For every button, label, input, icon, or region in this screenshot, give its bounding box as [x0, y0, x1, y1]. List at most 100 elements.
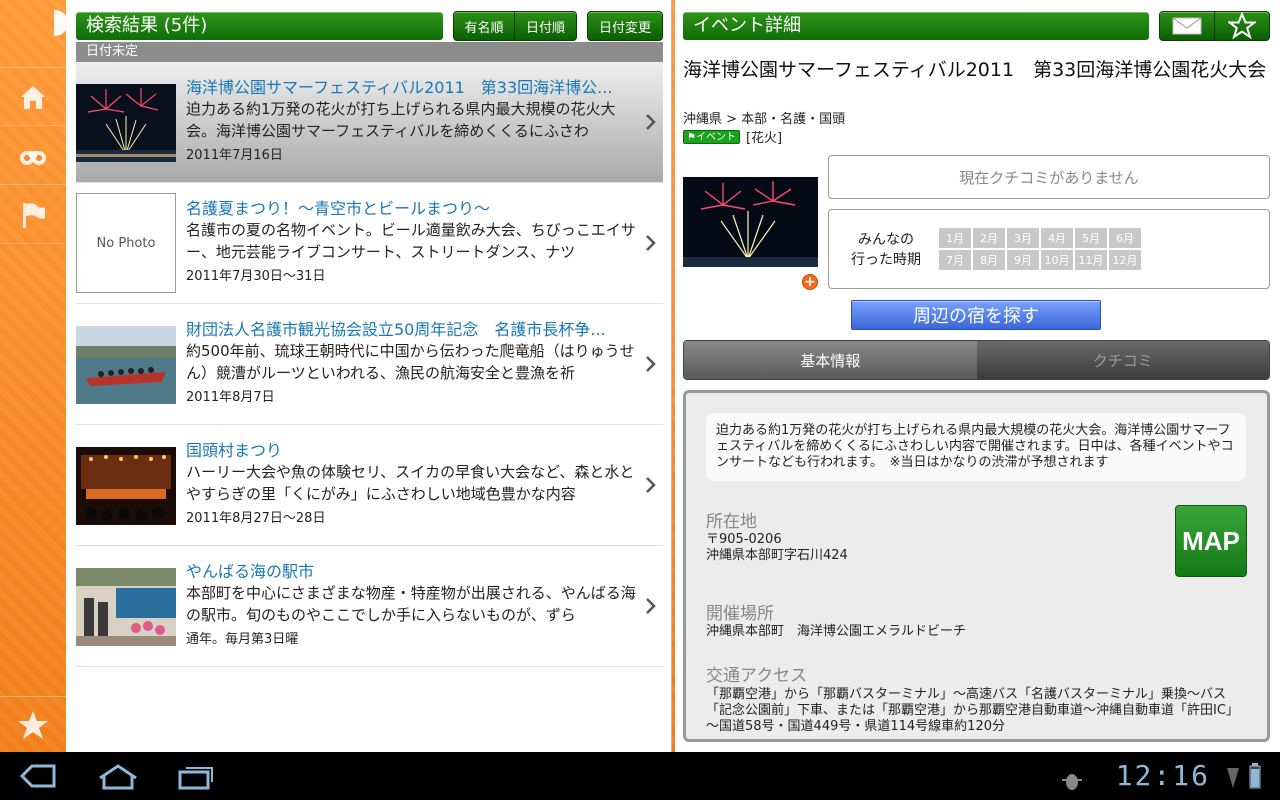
result-date: 2011年8月7日: [186, 390, 275, 405]
postal-code: 〒905-0206: [706, 532, 782, 547]
breadcrumb: 沖縄県 > 本部・名護・国頭: [683, 112, 846, 127]
home-nav-icon[interactable]: [96, 762, 140, 790]
event-tags: ⚑イベント [花火]: [683, 127, 782, 146]
result-date: 通年。毎月第3日曜: [186, 632, 299, 647]
sort-date-button[interactable]: 日付順: [515, 11, 577, 41]
detail-tabs: 基本情報 クチコミ: [683, 340, 1270, 380]
tab-reviews[interactable]: クチコミ: [976, 341, 1269, 379]
event-main-photo[interactable]: [683, 177, 818, 267]
chevron-right-icon: [646, 235, 656, 251]
result-description: 約500年前、琉球王朝時代に中国から伝わった爬竜船（はりゅうせん）競漕がルーツと…: [186, 342, 635, 382]
month-cell: 9月: [1007, 250, 1039, 270]
flag-icon: [23, 202, 45, 228]
map-button[interactable]: MAP: [1175, 505, 1247, 577]
sort-popular-button[interactable]: 有名順: [453, 11, 515, 41]
mail-button[interactable]: [1159, 11, 1215, 41]
visit-period-box: みんなの 行った時期 1月 2月 3月 4月 5月 6月 7月 8月 9月 10…: [828, 209, 1270, 289]
chevron-right-icon: [646, 356, 656, 372]
access-heading: 交通アクセス: [706, 666, 808, 686]
venue-heading: 開催場所: [706, 604, 774, 624]
chevron-right-icon: [646, 477, 656, 493]
event-detail-panel: イベント詳細 海洋博公園サマーフェスティバル2011 第33回海洋博公園花火大会…: [675, 0, 1280, 752]
result-title: 国頭村まつり: [186, 441, 283, 460]
month-cell: 11月: [1075, 250, 1107, 270]
month-cell: 8月: [973, 250, 1005, 270]
visit-period-label: みんなの 行った時期: [851, 232, 921, 268]
result-description: 本部町を中心にさまざまな物産・特産物が出展される、やんばる海の駅市。旬のものやこ…: [186, 584, 636, 624]
favorite-button[interactable]: [1215, 11, 1270, 41]
tab-basic-info[interactable]: 基本情報: [684, 341, 977, 379]
venue: 沖縄県本部町 海洋博公園エメラルドビーチ: [706, 624, 967, 639]
star-icon: [18, 710, 48, 739]
sidebar-top: [0, 0, 68, 68]
result-title: 海洋博公園サマーフェスティバル2011 第33回海洋博公...: [186, 78, 613, 97]
location-heading: 所在地: [706, 512, 757, 532]
basic-info-content[interactable]: 迫力ある約1万発の花火が打ち上げられる県内最大規模の花火大会。海洋博公園サマーフ…: [683, 390, 1270, 742]
event-flag-icon: ⚑イベント: [683, 129, 740, 144]
search-results-panel: 検索結果 (5件) 有名順 日付順 日付変更 日付未定 海洋博公園サマーフェステ…: [66, 0, 672, 752]
result-date: 2011年8月27日～28日: [186, 511, 326, 526]
result-description: 名護市の夏の名物イベント。ビール適量飲み大会、ちびっこエイサー、地元芸能ライブコ…: [186, 221, 636, 261]
home-icon: [21, 85, 45, 109]
flag-button[interactable]: [0, 186, 66, 244]
month-cell: 1月: [939, 228, 971, 248]
result-date: 2011年7月30日～31日: [186, 269, 326, 284]
list-item[interactable]: 財団法人名護市観光協会設立50周年記念 名護市長杯争... 約500年前、琉球王…: [76, 304, 663, 425]
results-header: 検索結果 (5件): [76, 12, 443, 40]
result-date: 2011年7月16日: [186, 148, 283, 163]
event-photo: [76, 447, 176, 525]
result-description: ハーリー大会や魚の体験セリ、スイカの早食い大会など、森と水とやすらぎの里「くにが…: [186, 463, 635, 503]
month-cell: 2月: [973, 228, 1005, 248]
clock: 12:16: [1115, 759, 1210, 792]
result-description: 迫力ある約1万発の花火が打ち上げられる県内最大規模の花火大会。海洋博公園サマーフ…: [186, 100, 616, 140]
event-photo: [76, 568, 176, 646]
month-cell: 3月: [1007, 228, 1039, 248]
debug-icon: [1062, 774, 1082, 790]
home-button[interactable]: [0, 68, 66, 126]
back-icon[interactable]: [18, 762, 58, 790]
mail-icon: [1172, 17, 1202, 35]
result-title: やんばる海の駅市: [186, 562, 315, 581]
section-label: 日付未定: [76, 42, 663, 62]
event-title: 海洋博公園サマーフェスティバル2011 第33回海洋博公園花火大会: [683, 59, 1267, 81]
month-cell: 4月: [1041, 228, 1073, 248]
event-summary: 迫力ある約1万発の花火が打ち上げられる県内最大規模の花火大会。海洋博公園サマーフ…: [706, 413, 1246, 481]
binoculars-button[interactable]: [0, 127, 66, 185]
date-change-button[interactable]: 日付変更: [587, 11, 663, 41]
recent-apps-icon[interactable]: [176, 762, 216, 790]
detail-actions: [1159, 11, 1270, 41]
month-cell: 5月: [1075, 228, 1107, 248]
month-cell: 10月: [1041, 250, 1073, 270]
no-photo-placeholder: No Photo: [76, 193, 176, 293]
chevron-right-icon: [646, 114, 656, 130]
month-cell: 12月: [1109, 250, 1141, 270]
event-tag-label: イベント: [695, 131, 736, 143]
month-cell: 6月: [1109, 228, 1141, 248]
list-item[interactable]: 海洋博公園サマーフェスティバル2011 第33回海洋博公... 迫力ある約1万発…: [76, 62, 663, 183]
list-item[interactable]: No Photo 名護夏まつり！～青空市とビールまつり～ 名護市の夏の名物イベン…: [76, 183, 663, 304]
sidebar: [0, 0, 68, 752]
find-nearby-inn-button[interactable]: 周辺の宿を探す: [851, 300, 1101, 330]
result-title: 名護夏まつり！～青空市とビールまつり～: [186, 199, 491, 218]
battery-icon: [1249, 763, 1261, 789]
address: 沖縄県本部町字石川424: [706, 548, 848, 563]
no-review-message: 現在クチコミがありません: [828, 155, 1270, 199]
event-photo: [76, 84, 176, 162]
zoom-in-icon[interactable]: +: [802, 274, 818, 290]
event-photo: [76, 326, 176, 404]
month-grid: 1月 2月 3月 4月 5月 6月 7月 8月 9月 10月 11月 12月: [939, 228, 1141, 270]
result-list: 海洋博公園サマーフェスティバル2011 第33回海洋博公... 迫力ある約1万発…: [76, 62, 663, 667]
result-title: 財団法人名護市観光協会設立50周年記念 名護市長杯争...: [186, 320, 606, 339]
chevron-right-icon: [646, 598, 656, 614]
favorites-button[interactable]: [0, 696, 66, 752]
system-bar: 12:16: [0, 752, 1280, 800]
list-item[interactable]: やんばる海の駅市 本部町を中心にさまざまな物産・特産物が出展される、やんばる海の…: [76, 546, 663, 667]
binoculars-icon: [20, 150, 46, 165]
star-outline-icon: [1228, 12, 1256, 40]
list-item[interactable]: 国頭村まつり ハーリー大会や魚の体験セリ、スイカの早食い大会など、森と水とやすら…: [76, 425, 663, 546]
sort-toggle: 有名順 日付順: [453, 11, 577, 41]
access-info: 「那覇空港」から「那覇バスターミナル」～高速バス「名護バスターミナル」乗換～バス…: [706, 687, 1239, 734]
month-cell: 7月: [939, 250, 971, 270]
signal-icon: [1227, 768, 1239, 788]
event-category: [花火]: [745, 131, 783, 146]
